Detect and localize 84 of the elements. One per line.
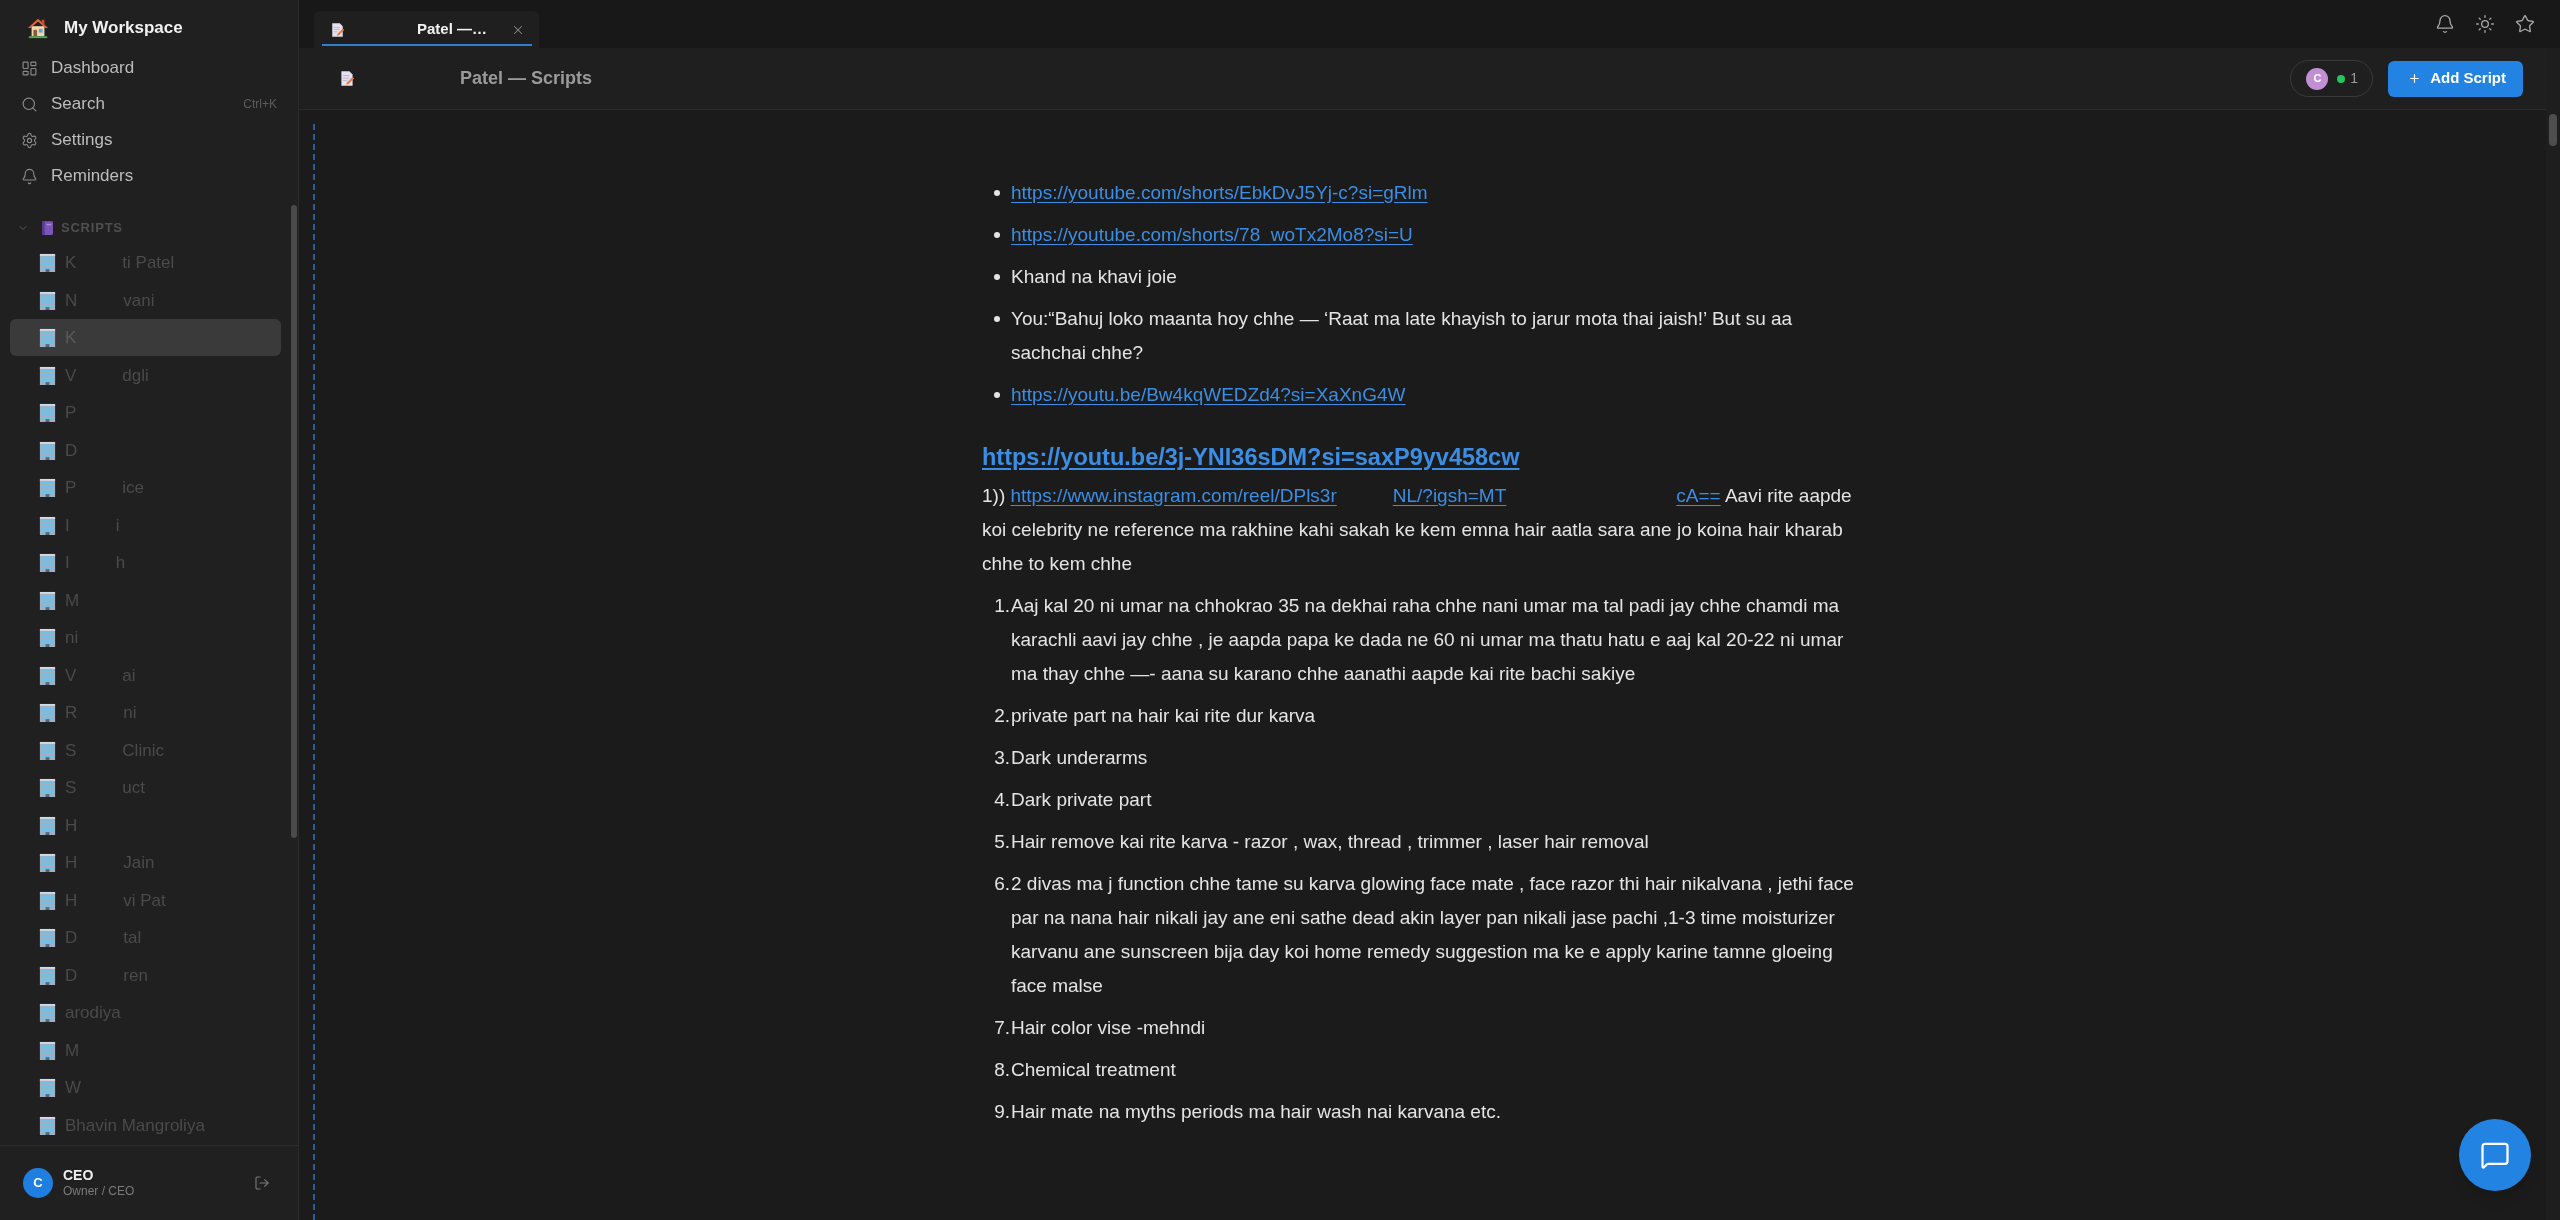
list-item-text: You:“Bahuj loko maanta hoy chhe — ‘Raat ma late khayish to jarur mota thai jaish!’ But su aa sachchai chhe? [1011, 307, 1794, 365]
bullet-icon [994, 190, 1000, 196]
nav-item[interactable]: Search Ctrl+K [0, 86, 298, 122]
link[interactable]: https://youtu.be/Bw4kqWEDZd4?si=XaXnG4W [1011, 378, 1406, 412]
link[interactable]: https://www.instagram.com/reel/DPls3r NL/?igsh=MT cA== [1010, 485, 1721, 506]
notepad-pencil-icon [339, 70, 355, 87]
building-icon [38, 440, 57, 460]
list-number: 5. [994, 830, 1010, 854]
collaborator-avatar: C [2306, 67, 2329, 90]
nav-item[interactable]: Settings [0, 122, 298, 158]
shortcut-hint: Ctrl+K [243, 96, 277, 113]
logout-icon[interactable] [254, 1175, 270, 1191]
list-number: 8. [994, 1058, 1010, 1082]
page-title: Patel — Scripts [460, 67, 593, 90]
search-icon [21, 95, 38, 113]
bell-icon [21, 167, 38, 185]
sun-icon[interactable] [2475, 14, 2495, 34]
list-number: 9. [994, 1100, 1010, 1124]
building-icon [38, 628, 57, 648]
link[interactable]: https://youtube.com/shorts/EbkDvJ5Yj-c?si=gRlm [1011, 176, 1428, 210]
building-icon [38, 328, 57, 348]
list-item-text: Chemical treatment [1011, 1058, 1176, 1082]
list-number: 7. [994, 1016, 1010, 1040]
building-icon [38, 1078, 57, 1098]
building-icon [38, 1115, 57, 1135]
building-icon [38, 965, 57, 985]
chat-bubble-icon [2480, 1140, 2510, 1170]
scrollbar-thumb[interactable] [2549, 114, 2557, 146]
star-icon[interactable] [2515, 14, 2535, 34]
list-number: 3. [994, 746, 1010, 770]
list-number: 1. [994, 594, 1010, 618]
link[interactable]: https://youtu.be/3j-YNI36sDM?si=saxP9yv458cw [982, 444, 1520, 470]
building-icon [38, 928, 57, 948]
building-icon [38, 778, 57, 798]
tab[interactable]: Patel —… [314, 11, 539, 48]
book-icon [42, 221, 53, 235]
building-icon [38, 1040, 57, 1060]
link[interactable]: https://youtube.com/shorts/78_woTx2Mo8?si=U [1011, 218, 1413, 252]
add-script-button[interactable]: Add Script [2388, 60, 2523, 97]
building-icon [38, 290, 57, 310]
building-icon [38, 590, 57, 610]
paragraph: 1)) https://www.instagram.com/reel/DPls3r NL/?igsh=MT cA== Aavi rite aapde koi celebrity ne reference ma rakhine kahi sakah ke kem emna hair aatla sara ane jo koina hair kharab chhe to kem chhe [982, 484, 1853, 576]
building-icon [38, 665, 57, 685]
building-icon [38, 515, 57, 535]
list-item-text: 2 divas ma j function chhe tame su karva glowing face mate , face razor thi hair nikalvana , jethi face par na nana hair nikali jay ane eni sathe dead akin layer pan nikali jase pachi ,1-3 time moisturizer karvanu ane sunscreen bija day koi home remedy suggestion ma ke e apply karine tamne gloeing face malse [1011, 872, 1855, 998]
building-icon [38, 890, 57, 910]
user-role: Owner / CEO [63, 1184, 135, 1200]
building-icon [38, 478, 57, 498]
building-icon [38, 553, 57, 573]
user-avatar[interactable]: C [23, 1168, 53, 1198]
list-item-text: Dark underarms [1011, 746, 1148, 770]
scrollbar-thumb[interactable] [291, 205, 297, 838]
notification-bell-icon[interactable] [2435, 14, 2455, 34]
list-number: 6. [994, 872, 1010, 896]
settings-icon [21, 131, 38, 149]
bullet-icon [994, 316, 1000, 322]
list-item-text: Dark private part [1011, 788, 1152, 812]
building-icon [38, 740, 57, 760]
list-number: 4. [994, 788, 1010, 812]
dashboard-icon [21, 59, 38, 77]
online-count: 1 [2350, 69, 2359, 88]
building-icon [38, 1003, 57, 1023]
list-item-text: private part na hair kai rite dur karva [1011, 704, 1316, 728]
nav-item[interactable]: Reminders [0, 158, 298, 194]
notepad-pencil-icon [330, 21, 345, 38]
building-icon [38, 403, 57, 423]
plus-icon [2408, 72, 2422, 85]
list-item-text: Khand na khavi joie [1011, 265, 1177, 289]
bullet-icon [994, 274, 1000, 280]
list-item-text: Hair color vise -mehndi [1011, 1016, 1206, 1040]
list-item-text: Hair mate na myths periods ma hair wash nai karvana etc. [1011, 1100, 1501, 1124]
list-number: 2. [994, 704, 1010, 728]
nav-item[interactable]: Dashboard [0, 50, 298, 86]
list-item-text: Hair remove kai rite karva - razor , wax, thread , trimmer , laser hair removal [1011, 830, 1649, 854]
bullet-icon [994, 232, 1000, 238]
workspace-title: My Workspace [64, 17, 183, 40]
bullet-icon [994, 392, 1000, 398]
house-icon [27, 17, 49, 39]
building-icon [38, 365, 57, 385]
building-icon [38, 703, 57, 723]
user-name: CEO [63, 1166, 95, 1185]
building-icon [38, 253, 57, 273]
building-icon [38, 815, 57, 835]
building-icon [38, 853, 57, 873]
